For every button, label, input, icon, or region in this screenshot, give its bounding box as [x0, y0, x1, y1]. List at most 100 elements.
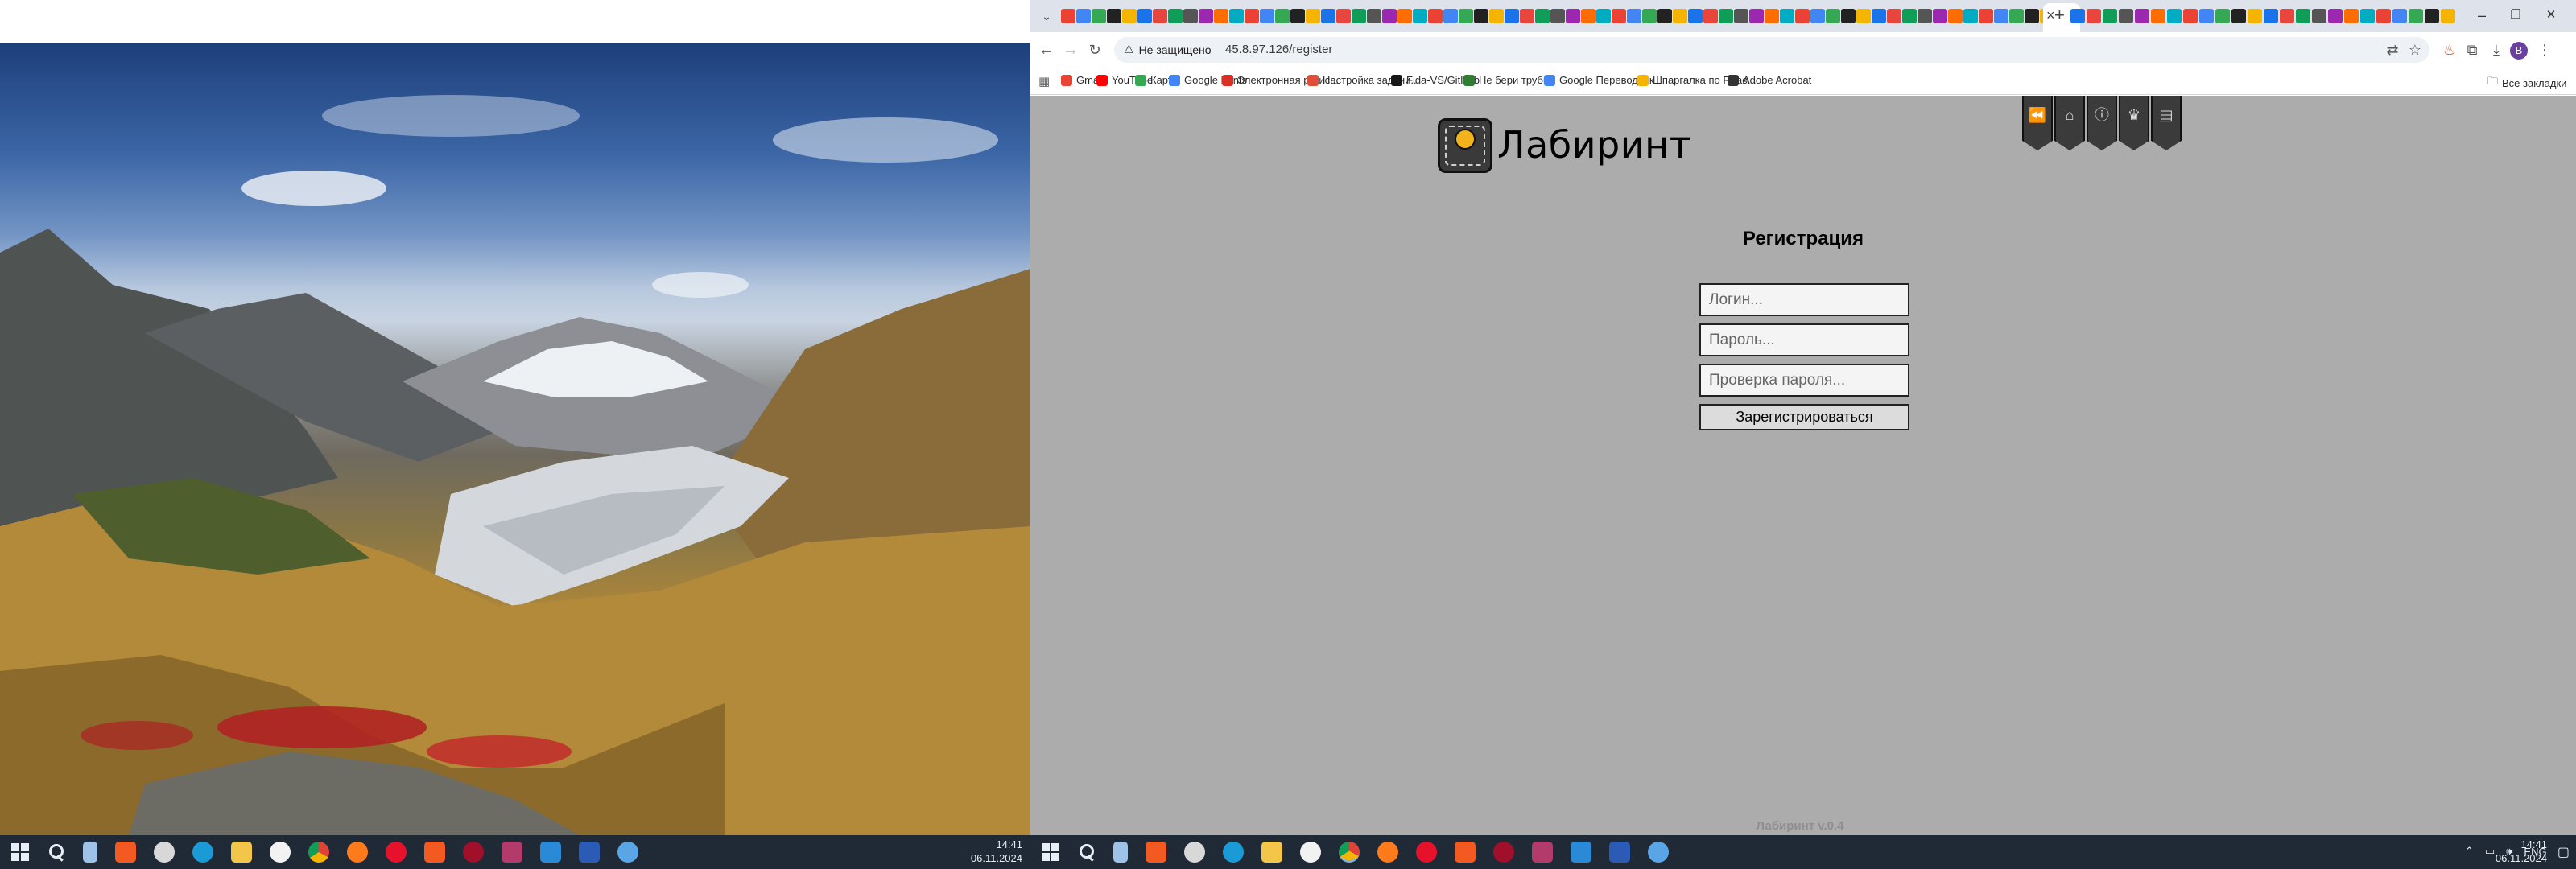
tab-favicon-icon[interactable]: [1673, 9, 1687, 23]
tab-favicon-icon[interactable]: [1505, 9, 1519, 23]
tab-favicon-icon[interactable]: [2009, 9, 2024, 23]
search-icon[interactable]: [1077, 842, 1096, 862]
tab-favicon-icon[interactable]: [1092, 9, 1106, 23]
tab-favicon-icon[interactable]: [1107, 9, 1121, 23]
tab-favicon-icon[interactable]: [2296, 9, 2310, 23]
tab-favicon-icon[interactable]: [2199, 9, 2214, 23]
tab-favicon-icon[interactable]: [2376, 9, 2391, 23]
tab-favicon-icon[interactable]: [1566, 9, 1580, 23]
register-button[interactable]: Зарегистрироваться: [1699, 404, 1909, 430]
tab-favicon-icon[interactable]: [2231, 9, 2246, 23]
tab-favicon-icon[interactable]: [1994, 9, 2008, 23]
tab-favicon-icon[interactable]: [1321, 9, 1335, 23]
tab-favicon-icon[interactable]: [1168, 9, 1183, 23]
tab-favicon-icon[interactable]: [1153, 9, 1167, 23]
tab-favicon-icon[interactable]: [1780, 9, 1794, 23]
opera-icon[interactable]: [386, 842, 407, 863]
opera-alt-icon[interactable]: [424, 842, 445, 863]
tab-favicon-icon[interactable]: [2344, 9, 2359, 23]
tab-favicon-icon[interactable]: [1275, 9, 1290, 23]
tab-favicon-icon[interactable]: [1749, 9, 1764, 23]
tab-favicon-icon[interactable]: [1627, 9, 1641, 23]
tab-close-icon[interactable]: ×: [2046, 7, 2055, 23]
file-explorer-icon[interactable]: [231, 842, 252, 863]
bookmark-item[interactable]: Не бери трубку: [1463, 74, 1553, 86]
tab-favicon-icon[interactable]: [1474, 9, 1488, 23]
tab-favicon-icon[interactable]: [1245, 9, 1259, 23]
reload-icon[interactable]: ↻: [1085, 40, 1104, 60]
tab-favicon-icon[interactable]: [2264, 9, 2278, 23]
left-tray-clock[interactable]: 14:41 06.11.2024: [971, 838, 1022, 865]
restore-button[interactable]: ❐: [2504, 5, 2528, 26]
tray-chevron-icon[interactable]: ⌃: [2465, 845, 2474, 858]
tab-favicon-icon[interactable]: [2312, 9, 2326, 23]
tab-favicon-icon[interactable]: [1183, 9, 1198, 23]
notepad-icon[interactable]: [83, 842, 97, 863]
firefox-icon[interactable]: [347, 842, 368, 863]
notepad-icon[interactable]: [1113, 842, 1128, 863]
security-indicator[interactable]: ⚠ Не защищено: [1124, 43, 1212, 56]
tab-favicon-icon[interactable]: [1428, 9, 1443, 23]
opera-gx-icon[interactable]: [463, 842, 484, 863]
tab-favicon-icon[interactable]: [2441, 9, 2455, 23]
tab-favicon-icon[interactable]: [1657, 9, 1672, 23]
minimize-button[interactable]: –: [2470, 5, 2494, 26]
tab-favicon-icon[interactable]: [1137, 9, 1152, 23]
tab-favicon-icon[interactable]: [1122, 9, 1137, 23]
tab-favicon-icon[interactable]: [1214, 9, 1228, 23]
chrome-icon[interactable]: [1339, 842, 1360, 863]
nav-docs-button[interactable]: ▤: [2151, 96, 2182, 150]
tab-favicon-icon[interactable]: [2183, 9, 2198, 23]
back-arrow-icon[interactable]: ←: [1037, 40, 1056, 60]
right-tray-clock[interactable]: 14:41 06.11.2024: [2496, 838, 2547, 865]
tab-favicon-icon[interactable]: [2151, 9, 2165, 23]
edge-icon[interactable]: [192, 842, 213, 863]
steam-icon[interactable]: [1184, 842, 1205, 863]
tab-favicon-icon[interactable]: [1688, 9, 1703, 23]
steam-icon[interactable]: [154, 842, 175, 863]
tab-favicon-icon[interactable]: [2425, 9, 2439, 23]
nav-back-button[interactable]: ⏪: [2022, 96, 2053, 150]
tab-favicon-icon[interactable]: [1612, 9, 1626, 23]
word-icon[interactable]: [579, 842, 600, 863]
tab-favicon-icon[interactable]: [2280, 9, 2294, 23]
site-logo[interactable]: [1438, 118, 1492, 173]
tab-favicon-icon[interactable]: [1703, 9, 1718, 23]
vscode-icon[interactable]: [1571, 842, 1591, 863]
tab-favicon-icon[interactable]: [1535, 9, 1550, 23]
apps-grid-icon[interactable]: ▦: [1038, 74, 1050, 89]
tab-favicon-icon[interactable]: [1336, 9, 1351, 23]
tab-favicon-icon[interactable]: [1734, 9, 1748, 23]
tab-favicon-icon[interactable]: [2070, 9, 2085, 23]
tab-favicon-icon[interactable]: [1443, 9, 1458, 23]
tab-favicon-icon[interactable]: [1413, 9, 1427, 23]
bookmark-star-icon[interactable]: ☆: [2405, 42, 2425, 58]
vscode-icon[interactable]: [540, 842, 561, 863]
tab-favicon-icon[interactable]: [1979, 9, 1993, 23]
tab-favicon-icon[interactable]: [1872, 9, 1886, 23]
edge-icon[interactable]: [1223, 842, 1244, 863]
bookmark-item[interactable]: Adobe Acrobat: [1728, 74, 1811, 86]
firefox-icon[interactable]: [1377, 842, 1398, 863]
tab-favicon-icon[interactable]: [1933, 9, 1947, 23]
translate-icon[interactable]: ⇄: [2383, 42, 2402, 58]
tab-favicon-icon[interactable]: [1199, 9, 1213, 23]
tab-favicon-icon[interactable]: [2167, 9, 2182, 23]
tab-favicon-icon[interactable]: [2025, 9, 2039, 23]
url-text[interactable]: 45.8.97.126/register: [1225, 43, 1332, 56]
new-tab-button[interactable]: +: [2054, 6, 2065, 24]
nav-leaderboard-button[interactable]: ♛: [2119, 96, 2149, 150]
tab-favicon-icon[interactable]: [1826, 9, 1840, 23]
tab-favicon-icon[interactable]: [1902, 9, 1917, 23]
browser-menu-icon[interactable]: ⋮: [2534, 40, 2555, 60]
tab-favicon-icon[interactable]: [1963, 9, 1978, 23]
address-bar[interactable]: ⚠ Не защищено 45.8.97.126/register ⇄ ☆: [1114, 37, 2429, 63]
tab-favicon-icon[interactable]: [2119, 9, 2133, 23]
tab-favicon-icon[interactable]: [2328, 9, 2343, 23]
yandex-browser-icon[interactable]: [270, 842, 291, 863]
tab-favicon-icon[interactable]: [2135, 9, 2149, 23]
notifications-icon[interactable]: ▢: [2557, 844, 2570, 860]
downloads-icon[interactable]: ⤓: [2486, 40, 2507, 60]
tab-favicon-icon[interactable]: [1550, 9, 1565, 23]
site-title[interactable]: Лабиринт: [1497, 123, 1691, 167]
